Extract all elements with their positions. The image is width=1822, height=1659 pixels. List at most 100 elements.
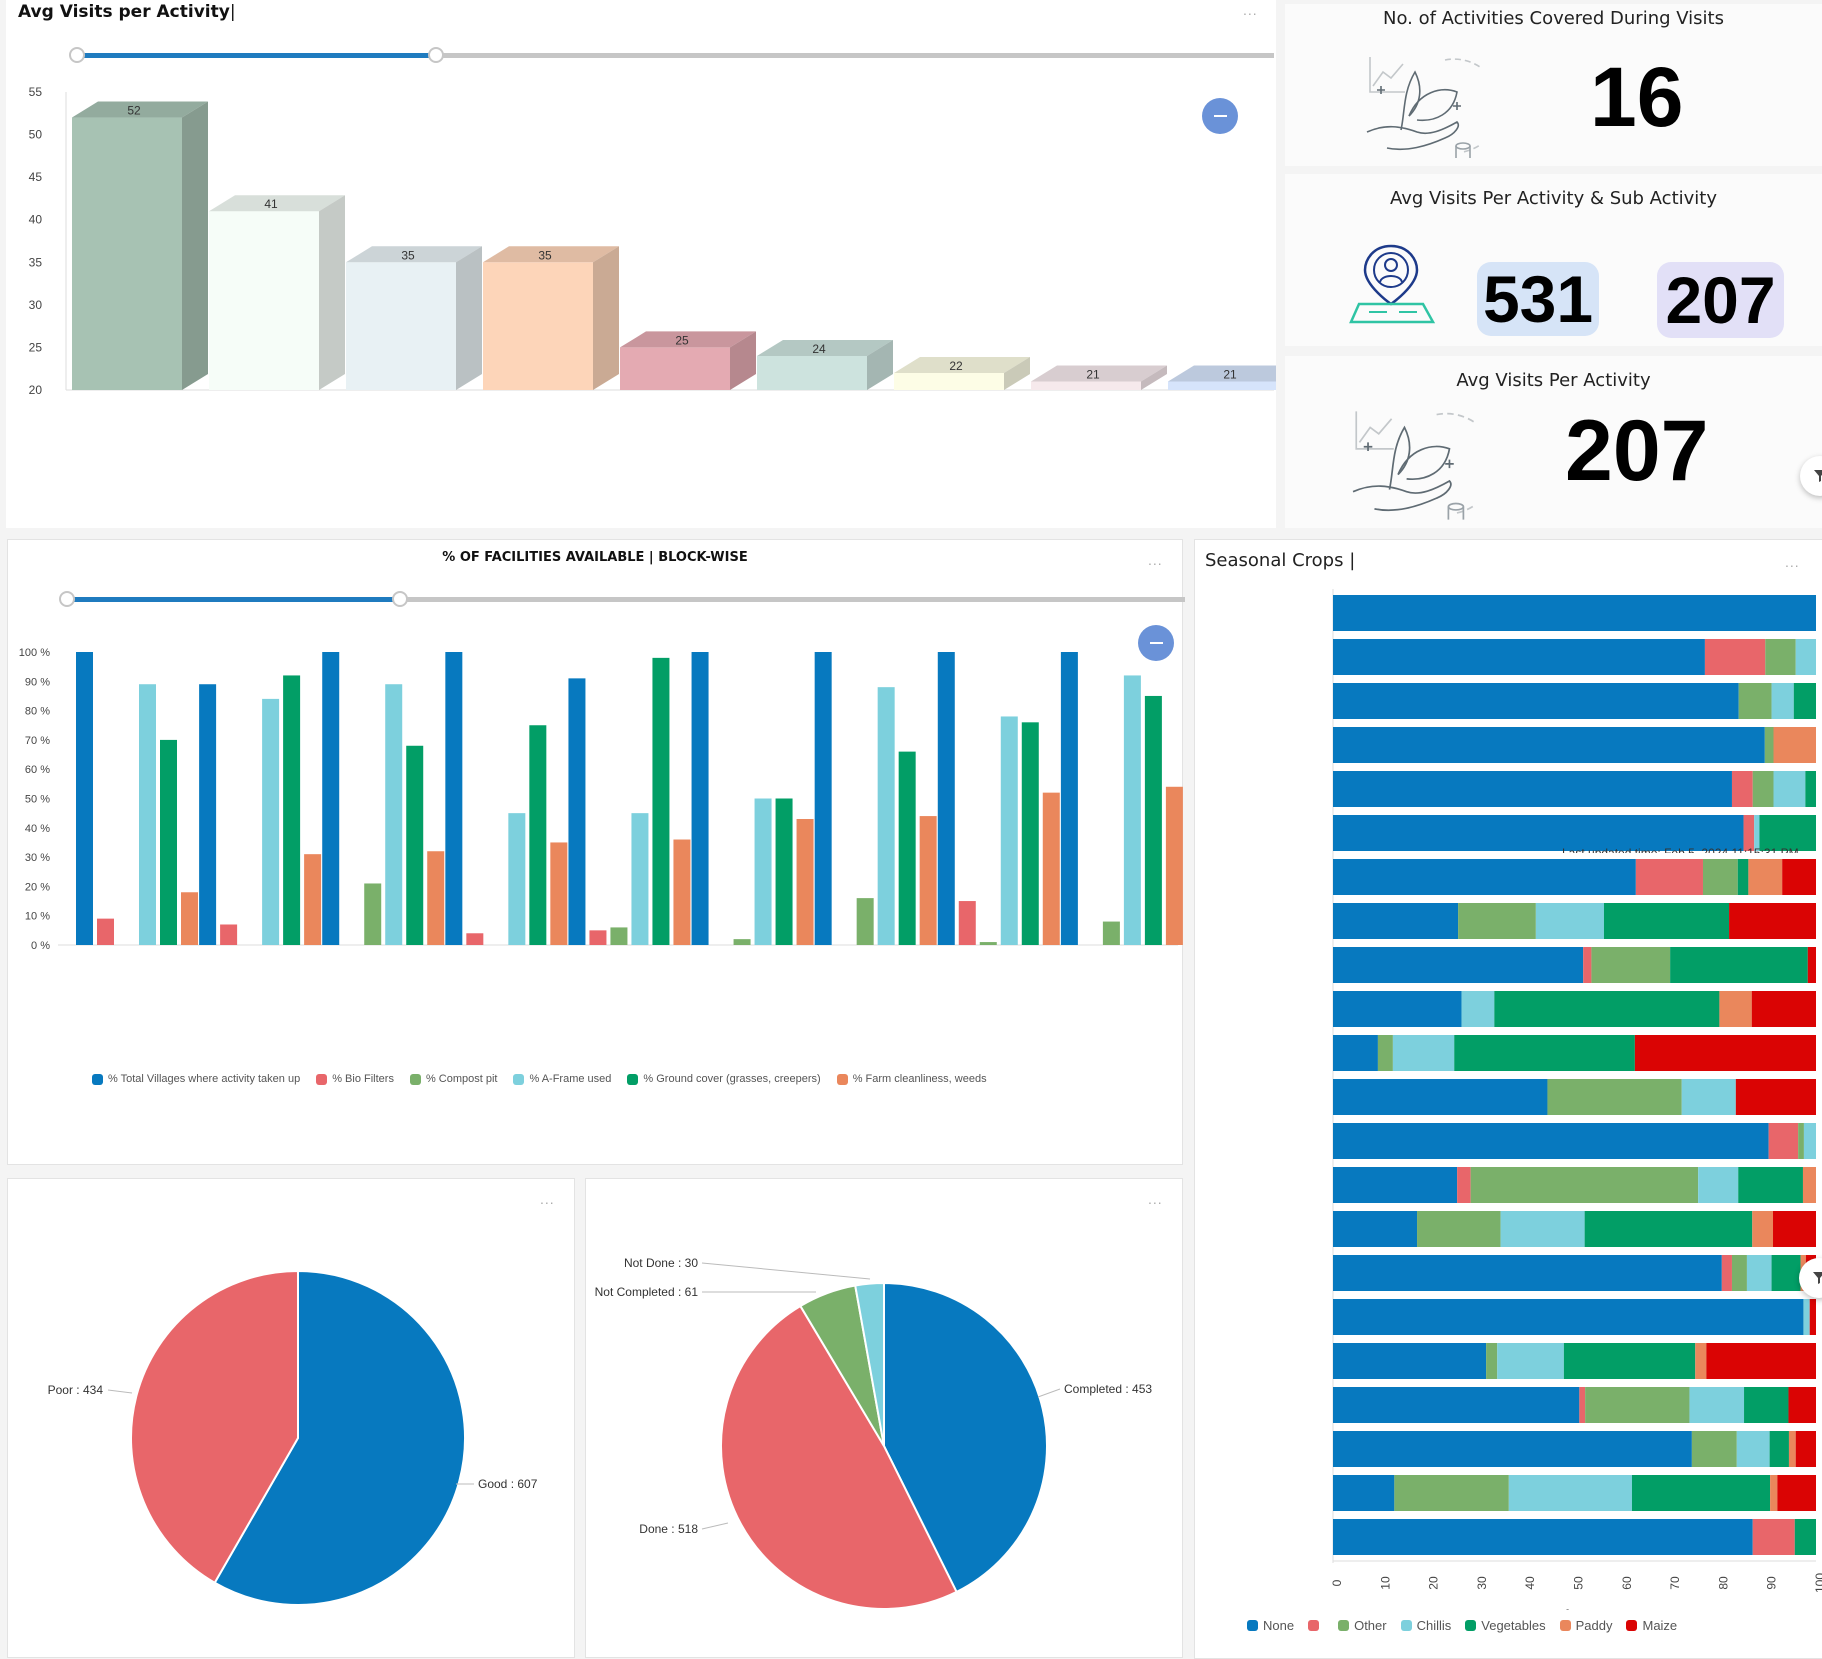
bar-front <box>894 372 1004 390</box>
y-tick-label: 100 % <box>19 647 50 659</box>
legend-item[interactable]: % A-Frame used <box>513 1073 611 1085</box>
y-tick-label: 40 <box>29 213 43 227</box>
pie-label-leader <box>701 1522 729 1530</box>
y-tick-label: 45 <box>29 170 43 184</box>
stacked-bar-segment <box>1486 1343 1498 1379</box>
bar-front <box>72 117 182 391</box>
legend-item[interactable]: Other <box>1338 1618 1387 1633</box>
bar-side <box>319 195 345 390</box>
bar <box>568 678 586 945</box>
legend-item[interactable]: None <box>1247 1618 1294 1633</box>
legend-item[interactable]: % Total Villages where activity taken up <box>92 1073 300 1085</box>
bar <box>199 684 217 945</box>
stacked-bar-segment <box>1752 1519 1795 1555</box>
y-tick-label: 70 % <box>25 735 50 747</box>
stacked-bar-segment <box>1579 1387 1586 1423</box>
stacked-bar-segment <box>1635 859 1703 895</box>
bar <box>220 924 238 945</box>
stacked-bar-segment <box>1771 1255 1801 1291</box>
bar <box>937 652 955 945</box>
legend-item[interactable]: % Farm cleanliness, weeds <box>836 1073 987 1085</box>
filter-button[interactable] <box>1800 456 1822 496</box>
kpi-activities-covered-card: No. of Activities Covered During Visits … <box>1285 4 1822 166</box>
bar <box>1144 695 1162 945</box>
range-slider-selection[interactable] <box>68 597 401 602</box>
legend-item[interactable]: Vegetables <box>1465 1618 1546 1633</box>
legend-item[interactable]: % Ground cover (grasses, creepers) <box>627 1073 821 1085</box>
y-tick-label: 80 % <box>25 706 50 718</box>
bar-side <box>456 246 482 390</box>
y-tick-label: 50 % <box>25 794 50 806</box>
x-tick-label: 90 <box>1765 1576 1779 1590</box>
stacked-bar-segment <box>1333 683 1739 719</box>
bar <box>139 684 156 945</box>
stacked-bar-segment <box>1794 1519 1816 1555</box>
y-tick-label: 0 % <box>31 940 50 952</box>
legend-swatch <box>1559 1620 1571 1631</box>
stacked-bar-segment <box>1805 771 1816 807</box>
x-tick-label: 20 <box>1427 1576 1441 1590</box>
stacked-bar-segment <box>1769 1431 1789 1467</box>
stacked-bar-segment <box>1584 1211 1753 1247</box>
kpi-avg-visits-card: Avg Visits Per Activity 207 <box>1285 356 1822 528</box>
text-cursor: | <box>229 2 236 22</box>
stacked-bar-segment <box>1333 1299 1804 1335</box>
y-tick-label: 20 % <box>25 881 50 893</box>
legend-item[interactable] <box>1308 1620 1324 1631</box>
bar <box>919 816 937 945</box>
more-options-button[interactable]: ... <box>1243 2 1258 18</box>
stacked-bar-segment <box>1691 1431 1737 1467</box>
y-tick-label: 35 <box>29 255 43 269</box>
range-slider-selection[interactable] <box>78 53 436 58</box>
bar-value-label: 22 <box>949 359 963 373</box>
bar <box>1042 792 1060 945</box>
bar <box>466 933 484 945</box>
bar <box>550 842 568 945</box>
bar-front <box>1031 381 1141 390</box>
stacked-bar-segment <box>1333 991 1462 1027</box>
stacked-bar-segment <box>1793 683 1816 719</box>
x-tick-label: 100 <box>1813 1573 1822 1593</box>
stacked-bar-segment <box>1702 859 1738 895</box>
stacked-bar-segment <box>1333 947 1584 983</box>
y-tick-label: 30 <box>29 298 43 312</box>
stacked-bar-segment <box>1803 1299 1810 1335</box>
legend-swatch <box>513 1073 525 1085</box>
kpi-title: Avg Visits Per Activity & Sub Activity <box>1389 188 1717 209</box>
range-slider-end-handle[interactable] <box>392 591 408 607</box>
bar <box>589 930 607 945</box>
stacked-bar-segment <box>1795 639 1816 675</box>
stacked-bar-segment <box>1333 1387 1580 1423</box>
bar-value-label: 52 <box>127 104 141 118</box>
range-slider-start-handle[interactable] <box>59 591 75 607</box>
stacked-bar-segment <box>1764 727 1774 763</box>
range-slider-end-handle[interactable] <box>428 47 444 63</box>
bar <box>877 687 895 945</box>
stacked-bar-segment <box>1631 1475 1771 1511</box>
stacked-bar-segment <box>1746 1255 1772 1291</box>
stacked-bar-segment <box>1333 1035 1378 1071</box>
range-slider-start-handle[interactable] <box>69 47 85 63</box>
filter-icon <box>1813 1272 1822 1284</box>
stacked-bar-segment <box>1333 727 1765 763</box>
legend-item[interactable]: Maize <box>1626 1618 1677 1633</box>
legend-item[interactable]: Paddy <box>1559 1618 1612 1633</box>
y-tick-label: 90 % <box>25 676 50 688</box>
bar <box>181 892 198 945</box>
legend-swatch <box>409 1073 421 1085</box>
x-tick-label: 40 <box>1523 1576 1537 1590</box>
stacked-bar-segment <box>1704 639 1766 675</box>
bar <box>979 942 997 945</box>
bar-value-label: 35 <box>401 248 415 262</box>
stacked-bar-segment <box>1782 859 1816 895</box>
stacked-bar-segment <box>1333 859 1636 895</box>
stacked-bar-segment <box>1698 1167 1739 1203</box>
kpi-value: 207 <box>1565 403 1709 499</box>
legend-item[interactable]: Chillis <box>1400 1618 1451 1633</box>
more-options-button[interactable]: ... <box>1148 552 1163 568</box>
legend-item[interactable]: % Compost pit <box>409 1073 497 1085</box>
legend-item[interactable]: % Bio Filters <box>316 1073 394 1085</box>
legend-label: Vegetables <box>1481 1618 1546 1633</box>
stacked-bar-segment <box>1795 1431 1816 1467</box>
stacked-bar-segment <box>1454 1035 1635 1071</box>
